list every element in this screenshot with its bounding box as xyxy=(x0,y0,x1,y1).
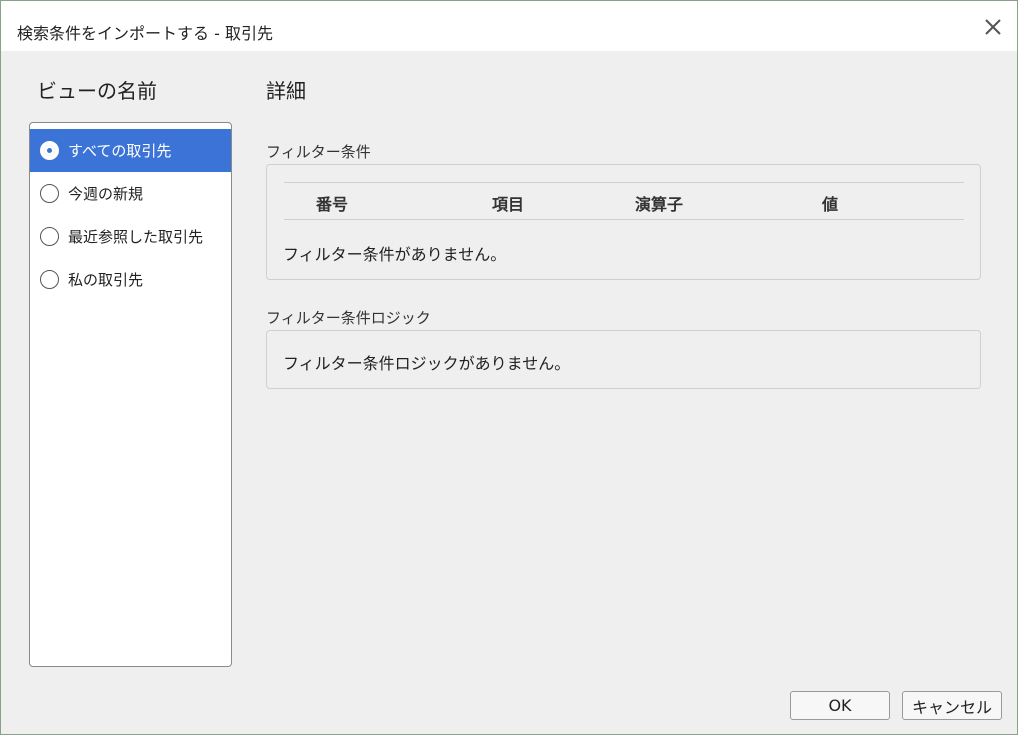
view-list: すべての取引先 今週の新規 最近参照した取引先 私の取引先 xyxy=(29,122,232,667)
column-header-value: 値 xyxy=(822,195,839,214)
title-bar: 検索条件をインポートする - 取引先 xyxy=(1,1,1017,51)
radio-icon[interactable] xyxy=(40,184,59,203)
view-item-label: 私の取引先 xyxy=(68,271,144,289)
logic-empty-message: フィルター条件ロジックがありません。 xyxy=(283,354,571,373)
radio-icon[interactable] xyxy=(40,270,59,289)
ok-button[interactable]: OK xyxy=(790,691,890,720)
radio-icon[interactable] xyxy=(40,227,59,246)
details-heading: 詳細 xyxy=(266,79,306,103)
column-header-field: 項目 xyxy=(492,195,525,214)
view-item-label: すべての取引先 xyxy=(68,142,172,160)
view-item-new-this-week[interactable]: 今週の新規 xyxy=(30,172,231,215)
filter-section-label: フィルター条件 xyxy=(266,143,371,161)
logic-section-label: フィルター条件ロジック xyxy=(266,309,431,327)
close-icon[interactable] xyxy=(983,17,1003,37)
column-header-operator: 演算子 xyxy=(635,195,684,214)
filter-table-header: 番号 項目 演算子 値 xyxy=(284,182,964,220)
view-item-label: 最近参照した取引先 xyxy=(68,228,204,246)
radio-selected-icon[interactable] xyxy=(40,141,59,160)
views-heading: ビューの名前 xyxy=(37,79,157,103)
view-item-recently-viewed[interactable]: 最近参照した取引先 xyxy=(30,215,231,258)
column-header-number: 番号 xyxy=(316,195,349,214)
dialog-title: 検索条件をインポートする - 取引先 xyxy=(17,24,273,43)
logic-panel: フィルター条件ロジックがありません。 xyxy=(266,330,981,389)
view-item-my-accounts[interactable]: 私の取引先 xyxy=(30,258,231,301)
filter-panel: 番号 項目 演算子 値 フィルター条件がありません。 xyxy=(266,164,981,280)
cancel-button[interactable]: キャンセル xyxy=(902,691,1002,720)
view-item-label: 今週の新規 xyxy=(68,185,144,203)
import-filter-dialog: 検索条件をインポートする - 取引先 ビューの名前 すべての取引先 今週の新規 … xyxy=(0,0,1018,735)
view-item-all-accounts[interactable]: すべての取引先 xyxy=(30,129,231,172)
filter-empty-message: フィルター条件がありません。 xyxy=(283,245,507,264)
